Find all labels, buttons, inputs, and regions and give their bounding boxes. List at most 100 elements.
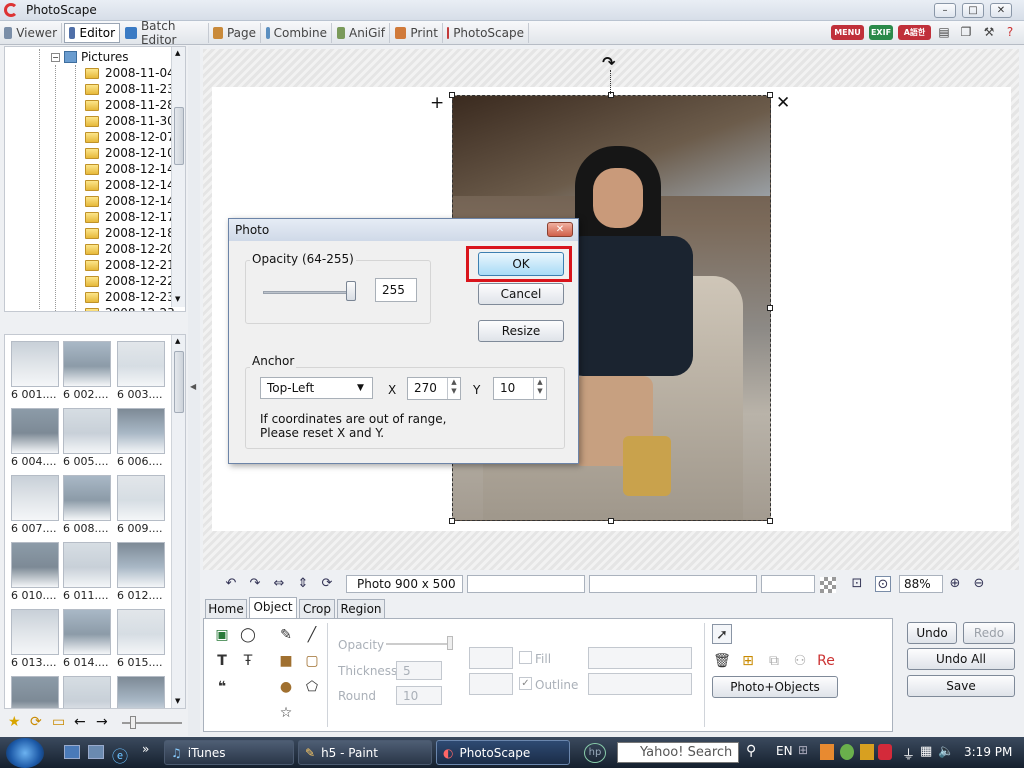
tab-crop[interactable]: Crop [299, 599, 335, 619]
task-photoscape[interactable]: ◐ PhotoScape [436, 740, 570, 765]
rounded-rect-icon[interactable]: ▢ [302, 651, 322, 671]
undo-button[interactable]: Undo [907, 622, 957, 644]
tree-folder-item[interactable]: 2008-12-23 [85, 305, 175, 311]
resize-handle-tl[interactable] [449, 92, 455, 98]
thumbnail-image[interactable] [117, 609, 165, 655]
thumbnail-image[interactable] [63, 341, 111, 387]
opacity-value-field[interactable]: 255 [375, 278, 417, 302]
folder-icon[interactable]: ▤ [936, 24, 952, 41]
thumbnail-image[interactable] [63, 609, 111, 655]
quicklaunch-more-icon[interactable]: » [142, 742, 149, 756]
help-icon[interactable]: ? [1002, 24, 1018, 41]
opacity-slider[interactable] [386, 643, 452, 645]
folder-tree[interactable]: − Pictures 2008-11-04 2008-11-23 2008-11-28… [4, 46, 186, 312]
x-spinner[interactable]: 270 ▲ ▼ [407, 377, 461, 400]
transparency-icon[interactable] [820, 577, 836, 593]
scroll-up-icon[interactable]: ▲ [175, 49, 180, 57]
tray-messenger-icon[interactable] [840, 744, 854, 760]
round-spinner[interactable]: 10 [396, 686, 442, 705]
switch-windows-icon[interactable] [88, 745, 104, 759]
rotate-arbitrary-icon[interactable]: ⟳ [319, 576, 335, 592]
thumb-size-handle[interactable] [130, 716, 136, 729]
fill-checkbox[interactable] [519, 651, 532, 664]
tab-page[interactable]: Page [209, 23, 261, 43]
thickness-spinner[interactable]: 5 [396, 661, 442, 680]
tree-folder-item[interactable]: 2008-12-14 [85, 193, 175, 209]
thumbnail-image[interactable] [117, 676, 165, 708]
forward-icon[interactable]: → [96, 714, 108, 730]
thumbnail-image[interactable] [63, 408, 111, 454]
language-button[interactable]: A語한 [898, 25, 931, 40]
save-button[interactable]: Save [907, 675, 1015, 697]
bring-front-icon[interactable]: ⊞ [738, 651, 758, 671]
tree-folder-item[interactable]: 2008-12-20 [85, 241, 175, 257]
internet-explorer-icon[interactable]: ⓔ [112, 743, 128, 767]
tray-expand-icon[interactable]: ⊞ [798, 743, 808, 757]
exif-button[interactable]: EXIF [869, 25, 893, 40]
rotate-left-icon[interactable]: ↶ [223, 576, 239, 592]
tab-editor[interactable]: Editor [64, 23, 120, 43]
dialog-close-button[interactable]: ✕ [547, 222, 573, 237]
delete-object-icon[interactable]: ✕ [776, 93, 790, 113]
thumbnail-image[interactable] [63, 542, 111, 588]
zoom-actual-icon[interactable]: ⊙ [875, 576, 891, 592]
flip-vertical-icon[interactable]: ⇕ [295, 576, 311, 592]
flip-horizontal-icon[interactable]: ⇔ [271, 576, 287, 592]
thumbnail-grid[interactable]: 6 001.... 6 002.... 6 003.... 6 004.... 6 00… [4, 334, 186, 709]
tab-home[interactable]: Home [205, 599, 247, 619]
back-icon[interactable]: ← [74, 714, 86, 730]
tab-object[interactable]: Object [249, 597, 297, 619]
resize-handle-r[interactable] [767, 305, 773, 311]
tree-folder-item[interactable]: 2008-11-28 [85, 97, 175, 113]
opacity-slider-handle[interactable] [447, 636, 453, 650]
star-icon[interactable]: ★ [8, 714, 21, 730]
minimize-button[interactable]: – [934, 3, 956, 18]
anchor-dropdown[interactable]: Top-Left ▼ [260, 377, 373, 399]
power-icon[interactable]: ⏚ [902, 744, 915, 763]
start-button[interactable] [6, 738, 44, 768]
tab-viewer[interactable]: Viewer [0, 23, 62, 43]
tab-print[interactable]: Print [391, 23, 443, 43]
thumbnail-image[interactable] [11, 676, 59, 708]
y-spin-arrows-icon[interactable]: ▲ ▼ [533, 378, 546, 399]
tab-batch-editor[interactable]: Batch Editor [121, 19, 209, 47]
thumbnail-image[interactable] [117, 475, 165, 521]
outline-style-dropdown[interactable] [588, 673, 692, 695]
thumbnail-image[interactable] [11, 341, 59, 387]
polygon-icon[interactable]: ⬠ [302, 677, 322, 697]
rotate-right-icon[interactable]: ↷ [247, 576, 263, 592]
group-icon[interactable]: ⚇ [790, 651, 810, 671]
tree-folder-item[interactable]: 2008-11-30 [85, 113, 175, 129]
tree-folder-item[interactable]: 2008-12-23 [85, 289, 175, 305]
close-button[interactable]: ✕ [990, 3, 1012, 18]
tools-icon[interactable]: ⚒ [981, 24, 997, 41]
zoom-in-icon[interactable]: ⊕ [947, 576, 963, 592]
trash-icon[interactable]: 🗑 [712, 651, 732, 671]
thumb-scrollbar[interactable]: ▲ ▼ [171, 335, 185, 708]
copy-icon[interactable]: ❐ [958, 24, 974, 41]
text-icon[interactable]: T [212, 651, 232, 671]
outline-checkbox[interactable]: ✓ [519, 677, 532, 690]
tray-app-icon-3[interactable] [860, 744, 874, 760]
menu-button[interactable]: MENU [831, 25, 864, 40]
select-pointer-icon[interactable]: ➚ [712, 624, 732, 644]
tray-app-icon-4[interactable] [878, 744, 892, 760]
resize-handle-tr[interactable] [767, 92, 773, 98]
tree-folder-item[interactable]: 2008-12-14 [85, 161, 175, 177]
photo-objects-button[interactable]: Photo+Objects [712, 676, 838, 698]
cancel-button[interactable]: Cancel [478, 283, 564, 305]
text-box-icon[interactable]: Ŧ [238, 651, 258, 671]
language-indicator[interactable]: EN [776, 744, 793, 758]
open-folder-icon[interactable]: ▭ [52, 714, 65, 730]
thumbnail-image[interactable] [63, 676, 111, 708]
shape-star-icon[interactable]: ☆ [276, 703, 296, 723]
resize-button[interactable]: Resize [478, 320, 564, 342]
dialog-title-bar[interactable]: Photo ✕ [229, 219, 578, 241]
tree-folder-item[interactable]: 2008-12-14 [85, 177, 175, 193]
opacity-slider-handle-dialog[interactable] [345, 281, 356, 301]
tree-folder-item[interactable]: 2008-12-07 [85, 129, 175, 145]
tree-folder-item[interactable]: 2008-12-22 [85, 273, 175, 289]
tray-app-icon-1[interactable] [820, 744, 834, 760]
outline-color-dropdown[interactable] [469, 673, 513, 695]
task-paint[interactable]: ✎ h5 - Paint [298, 740, 432, 765]
